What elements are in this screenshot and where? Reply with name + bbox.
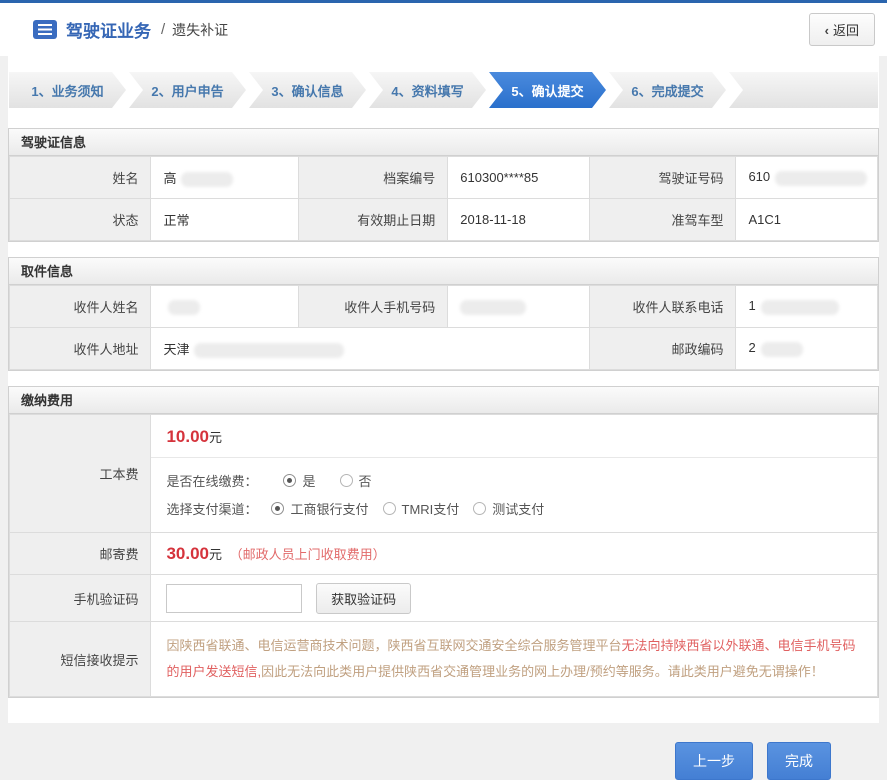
online-pay-question: 是否在线缴费： xyxy=(166,471,257,490)
captcha-label: 手机验证码 xyxy=(10,575,151,622)
wizard-step-3: 3、确认信息 xyxy=(249,72,366,108)
section-license-info: 驾驶证信息 姓名 高 档案编号 610300****85 驾驶证号码 610 状… xyxy=(8,128,879,242)
mail-fee-amount: 30.00 xyxy=(166,544,209,563)
mail-fee-cell: 30.00元 （邮政人员上门收取费用） xyxy=(151,533,878,575)
production-fee-row: 工本费 10.00元 是否在线缴费： 是 否 xyxy=(10,415,878,533)
table-row: 姓名 高 档案编号 610300****85 驾驶证号码 610 xyxy=(10,157,878,199)
pay-channel-row: 选择支付渠道： 工商银行支付 TMRI支付 测试支付 xyxy=(166,494,862,522)
redacted-value xyxy=(194,343,344,358)
online-pay-yes-label: 是 xyxy=(302,471,315,490)
expiry-value: 2018-11-18 xyxy=(448,199,589,241)
redacted-value xyxy=(761,342,803,357)
online-pay-no-label: 否 xyxy=(359,471,372,490)
redacted-value xyxy=(775,171,867,186)
online-pay-row: 是否在线缴费： 是 否 xyxy=(166,466,862,494)
production-fee-label: 工本费 xyxy=(10,415,151,533)
page-title: 驾驶证业务 xyxy=(66,17,151,42)
redacted-value xyxy=(168,300,200,315)
content-card: 1、业务须知 2、用户申告 3、确认信息 4、资料填写 5、确认提交 6、完成提… xyxy=(8,56,879,723)
breadcrumb-separator: / xyxy=(161,21,165,38)
wizard-filler xyxy=(729,72,878,108)
section-title-pickup: 取件信息 xyxy=(9,258,878,285)
channel-tmri-label: TMRI支付 xyxy=(402,499,460,518)
sms-text-part3: 因此无法向此类用户提供陕西省交通管理业务的网上办理/预约等服务。请此类用户避免无… xyxy=(261,664,824,679)
channel-question: 选择支付渠道： xyxy=(166,499,257,518)
back-button[interactable]: ‹ 返回 xyxy=(809,13,875,46)
mail-fee-label: 邮寄费 xyxy=(10,533,151,575)
name-label: 姓名 xyxy=(10,157,151,199)
mail-fee-row: 邮寄费 30.00元 （邮政人员上门收取费用） xyxy=(10,533,878,575)
channel-icbc-label: 工商银行支付 xyxy=(290,499,368,518)
recipient-mobile-label: 收件人手机号码 xyxy=(299,286,448,328)
sms-note-label: 短信接收提示 xyxy=(10,622,151,697)
license-no-value: 610 xyxy=(736,157,878,199)
redacted-value xyxy=(460,300,526,315)
breadcrumb-current: 遗失补证 xyxy=(172,20,228,40)
footer-actions: 上一步 完成 xyxy=(0,723,887,780)
recipient-name-label: 收件人姓名 xyxy=(10,286,151,328)
table-row: 状态 正常 有效期止日期 2018-11-18 准驾车型 A1C1 xyxy=(10,199,878,241)
previous-step-button[interactable]: 上一步 xyxy=(675,742,753,780)
radio-channel-icbc[interactable] xyxy=(271,502,284,515)
license-no-label: 驾驶证号码 xyxy=(589,157,736,199)
redacted-value xyxy=(181,172,233,187)
recipient-phone-value: 1 xyxy=(736,286,878,328)
sms-note-text: 因陕西省联通、电信运营商技术问题，陕西省互联网交通安全综合服务管理平台无法向持陕… xyxy=(151,622,878,697)
file-no-label: 档案编号 xyxy=(299,157,448,199)
pickup-info-table: 收件人姓名 收件人手机号码 收件人联系电话 1 收件人地址 天津 邮政编码 2 xyxy=(9,285,878,370)
radio-online-pay-yes[interactable] xyxy=(283,474,296,487)
section-payment: 缴纳费用 工本费 10.00元 是否在线缴费： 是 否 xyxy=(8,386,879,698)
page-header: 驾驶证业务 / 遗失补证 ‹ 返回 xyxy=(0,3,887,56)
get-captcha-button[interactable]: 获取验证码 xyxy=(316,583,411,614)
postcode-label: 邮政编码 xyxy=(589,328,736,370)
license-info-table: 姓名 高 档案编号 610300****85 驾驶证号码 610 状态 正常 有… xyxy=(9,156,878,241)
section-pickup-info: 取件信息 收件人姓名 收件人手机号码 收件人联系电话 1 收件人地址 天津 邮政… xyxy=(8,257,879,371)
section-title-payment: 缴纳费用 xyxy=(9,387,878,414)
finish-button[interactable]: 完成 xyxy=(767,742,831,780)
vehicle-type-value: A1C1 xyxy=(736,199,878,241)
address-value: 天津 xyxy=(151,328,589,370)
wizard-step-6: 6、完成提交 xyxy=(609,72,726,108)
recipient-phone-label: 收件人联系电话 xyxy=(589,286,736,328)
wizard-step-1: 1、业务须知 xyxy=(9,72,126,108)
step-wizard: 1、业务须知 2、用户申告 3、确认信息 4、资料填写 5、确认提交 6、完成提… xyxy=(9,72,878,108)
back-button-label: 返回 xyxy=(833,23,859,38)
redacted-value xyxy=(761,300,839,315)
radio-online-pay-no[interactable] xyxy=(340,474,353,487)
captcha-cell: 获取验证码 xyxy=(151,575,878,622)
list-icon xyxy=(33,20,57,39)
table-row: 收件人地址 天津 邮政编码 2 xyxy=(10,328,878,370)
recipient-name-value xyxy=(151,286,299,328)
payment-options: 是否在线缴费： 是 否 选择支付渠道： 工商银行支付 TMRI支付 xyxy=(151,458,877,532)
postcode-value: 2 xyxy=(736,328,878,370)
recipient-mobile-value xyxy=(448,286,589,328)
wizard-step-5-active: 5、确认提交 xyxy=(489,72,606,108)
production-fee-amount: 10.00元 xyxy=(151,415,877,458)
name-value: 高 xyxy=(151,157,299,199)
status-label: 状态 xyxy=(10,199,151,241)
vehicle-type-label: 准驾车型 xyxy=(589,199,736,241)
radio-channel-tmri[interactable] xyxy=(383,502,396,515)
table-row: 收件人姓名 收件人手机号码 收件人联系电话 1 xyxy=(10,286,878,328)
captcha-row: 手机验证码 获取验证码 xyxy=(10,575,878,622)
section-title-license: 驾驶证信息 xyxy=(9,129,878,156)
wizard-step-4: 4、资料填写 xyxy=(369,72,486,108)
sms-note-row: 短信接收提示 因陕西省联通、电信运营商技术问题，陕西省互联网交通安全综合服务管理… xyxy=(10,622,878,697)
expiry-label: 有效期止日期 xyxy=(299,199,448,241)
chevron-left-icon: ‹ xyxy=(825,23,829,38)
captcha-input[interactable] xyxy=(166,584,302,613)
mail-fee-note: （邮政人员上门收取费用） xyxy=(230,547,386,562)
wizard-step-2: 2、用户申告 xyxy=(129,72,246,108)
file-no-value: 610300****85 xyxy=(448,157,589,199)
production-fee-cell: 10.00元 是否在线缴费： 是 否 选择支付渠道： xyxy=(151,415,878,533)
status-value: 正常 xyxy=(151,199,299,241)
payment-table: 工本费 10.00元 是否在线缴费： 是 否 xyxy=(9,414,878,697)
sms-text-part1: 因陕西省联通、电信运营商技术问题，陕西省互联网交通安全综合服务管理平台 xyxy=(166,638,621,653)
radio-channel-test[interactable] xyxy=(473,502,486,515)
address-label: 收件人地址 xyxy=(10,328,151,370)
channel-test-label: 测试支付 xyxy=(492,499,544,518)
